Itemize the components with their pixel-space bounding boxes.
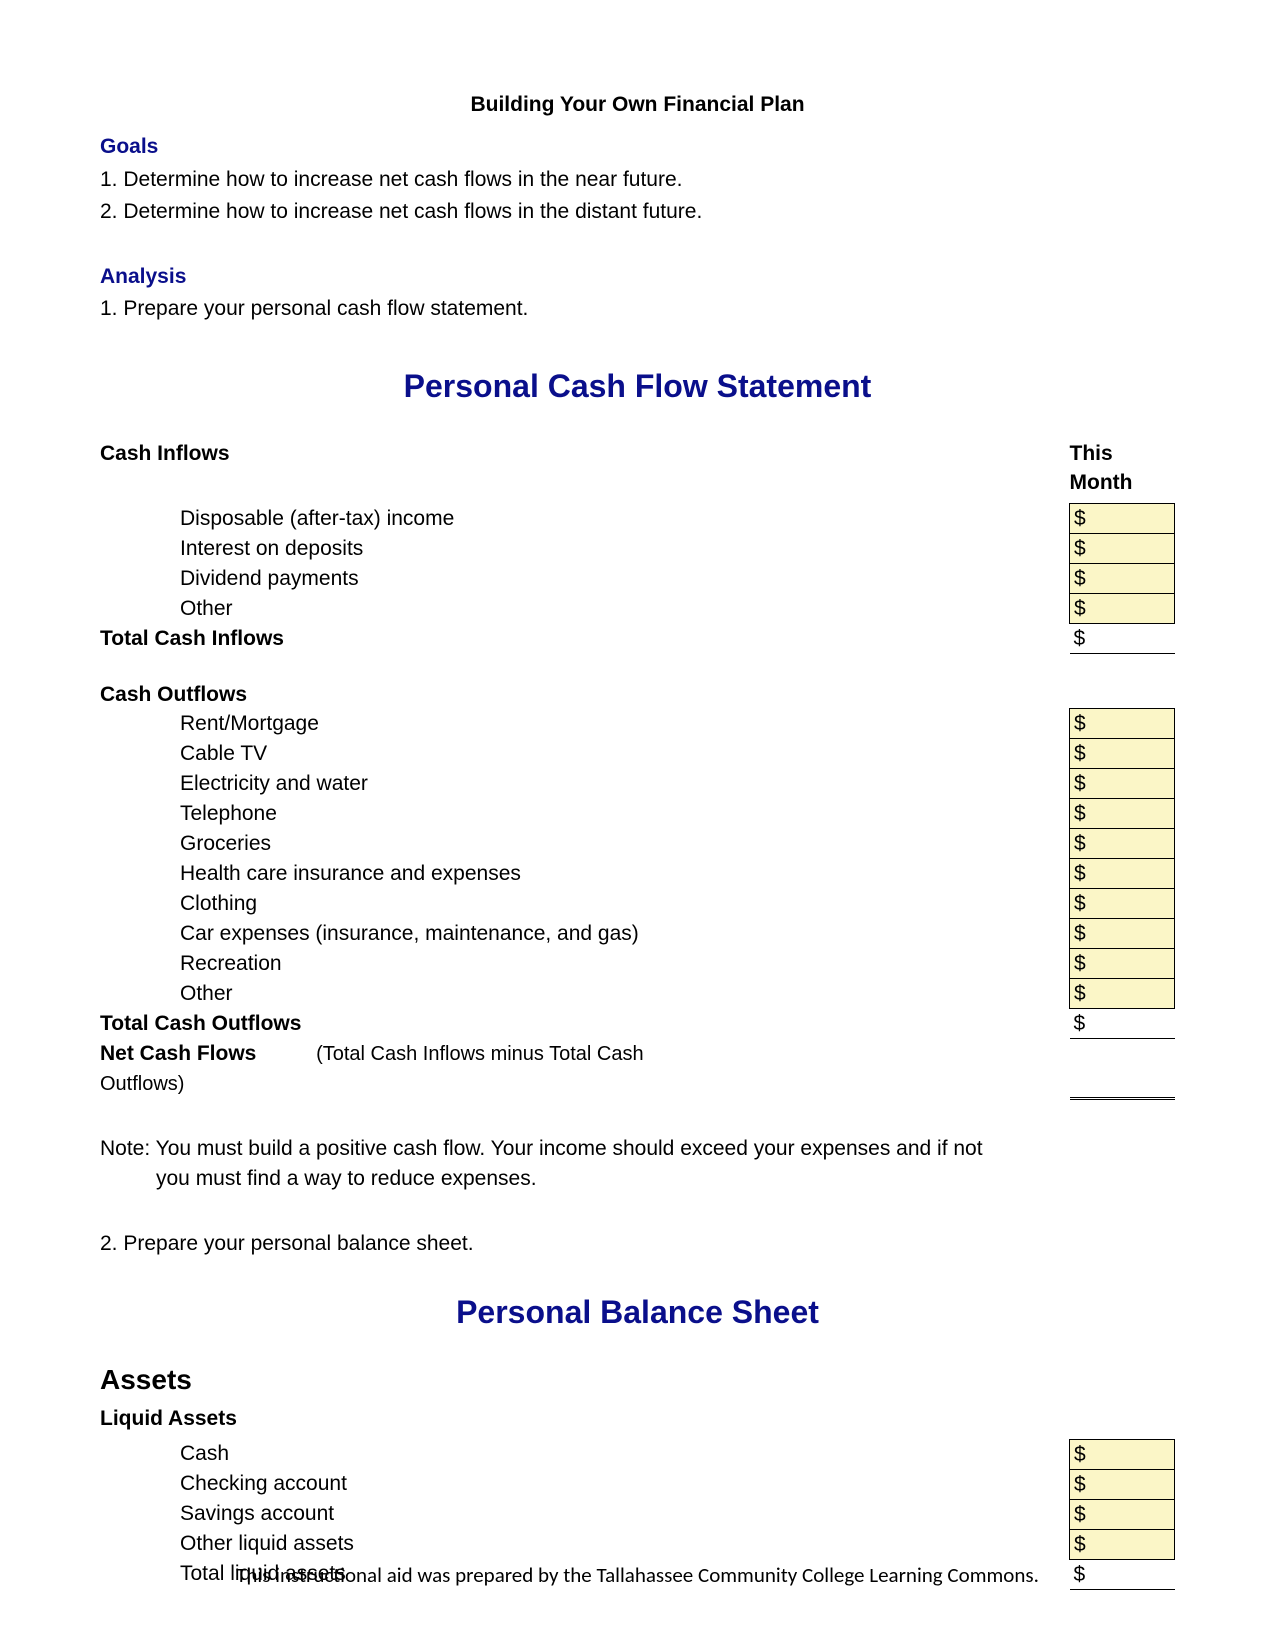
inflow-label: Disposable (after-tax) income (100, 504, 660, 534)
inflow-amount-field[interactable]: $ (1070, 594, 1175, 624)
balance-title: Personal Balance Sheet (100, 1289, 1175, 1335)
cash-inflows-table: Cash Inflows This Month Disposable (afte… (100, 439, 1175, 1100)
inflow-amount-field[interactable]: $ (1070, 534, 1175, 564)
net-label: Net Cash Flows (100, 1042, 256, 1065)
outflow-label: Telephone (100, 799, 660, 829)
outflow-amount-field[interactable]: $ (1070, 889, 1175, 919)
goal-item: 1. Determine how to increase net cash fl… (100, 165, 1175, 195)
inflow-amount-field[interactable]: $ (1070, 504, 1175, 534)
note-block: Note: You must build a positive cash flo… (100, 1134, 1175, 1195)
note-line: Note: You must build a positive cash flo… (100, 1134, 1175, 1164)
note-line: you must find a way to reduce expenses. (100, 1164, 1175, 1194)
outflow-label: Cable TV (100, 739, 660, 769)
outflow-label: Car expenses (insurance, maintenance, an… (100, 919, 660, 949)
outflow-amount-field[interactable]: $ (1070, 949, 1175, 979)
document-page: Building Your Own Financial Plan Goals 1… (0, 0, 1275, 1650)
outflow-amount-field[interactable]: $ (1070, 709, 1175, 739)
outflow-label: Rent/Mortgage (100, 709, 660, 739)
analysis-header: Analysis (100, 262, 1175, 292)
asset-amount-field[interactable]: $ (1070, 1499, 1175, 1529)
analysis-step: 2. Prepare your personal balance sheet. (100, 1229, 1175, 1259)
net-amount[interactable] (1070, 1039, 1175, 1099)
outflows-header: Cash Outflows (100, 680, 660, 709)
column-this-month: This Month (1070, 439, 1175, 504)
total-inflows-label: Total Cash Inflows (100, 624, 660, 654)
assets-header: Assets (100, 1360, 1175, 1401)
liquid-assets-header: Liquid Assets (100, 1404, 1175, 1434)
asset-amount-field[interactable]: $ (1070, 1469, 1175, 1499)
outflow-amount-field[interactable]: $ (1070, 799, 1175, 829)
inflow-label: Dividend payments (100, 564, 660, 594)
cashflow-title: Personal Cash Flow Statement (100, 363, 1175, 409)
outflow-amount-field[interactable]: $ (1070, 769, 1175, 799)
document-title: Building Your Own Financial Plan (100, 90, 1175, 120)
goal-item: 2. Determine how to increase net cash fl… (100, 197, 1175, 227)
outflow-amount-field[interactable]: $ (1070, 859, 1175, 889)
asset-amount-field[interactable]: $ (1070, 1439, 1175, 1469)
asset-label: Other liquid assets (100, 1529, 660, 1559)
net-cash-flows-row: Net Cash Flows (Total Cash Inflows minus… (100, 1039, 660, 1099)
outflow-amount-field[interactable]: $ (1070, 919, 1175, 949)
inflow-amount-field[interactable]: $ (1070, 564, 1175, 594)
outflow-label: Electricity and water (100, 769, 660, 799)
goals-header: Goals (100, 132, 1175, 162)
outflow-label: Recreation (100, 949, 660, 979)
analysis-step: 1. Prepare your personal cash flow state… (100, 294, 1175, 324)
outflow-amount-field[interactable]: $ (1070, 979, 1175, 1009)
asset-label: Cash (100, 1439, 660, 1469)
outflow-label: Clothing (100, 889, 660, 919)
asset-label: Checking account (100, 1469, 660, 1499)
outflow-label: Other (100, 979, 660, 1009)
asset-label: Savings account (100, 1499, 660, 1529)
inflows-header: Cash Inflows (100, 439, 660, 504)
outflow-label: Health care insurance and expenses (100, 859, 660, 889)
asset-amount-field[interactable]: $ (1070, 1529, 1175, 1559)
total-outflows-label: Total Cash Outflows (100, 1009, 660, 1039)
total-inflows-amount[interactable]: $ (1070, 624, 1175, 654)
total-outflows-amount[interactable]: $ (1070, 1009, 1175, 1039)
footer-text: This instructional aid was prepared by t… (0, 1560, 1275, 1590)
outflow-label: Groceries (100, 829, 660, 859)
outflow-amount-field[interactable]: $ (1070, 829, 1175, 859)
outflow-amount-field[interactable]: $ (1070, 739, 1175, 769)
inflow-label: Interest on deposits (100, 534, 660, 564)
inflow-label: Other (100, 594, 660, 624)
